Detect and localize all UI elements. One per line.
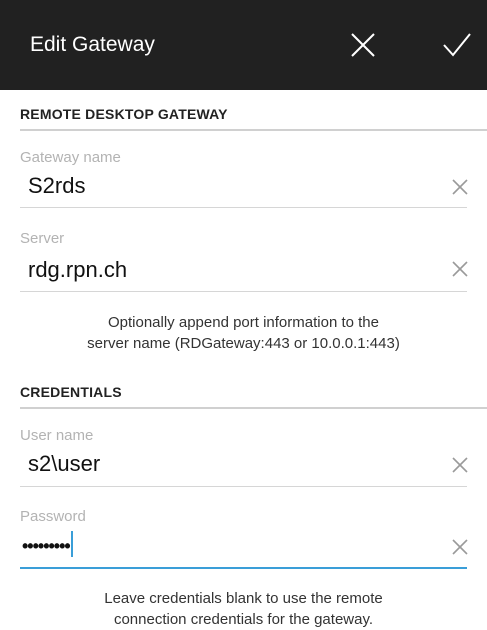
section-header-credentials: CREDENTIALS <box>20 384 122 400</box>
gateway-name-underline <box>20 207 467 208</box>
server-label: Server <box>20 230 65 247</box>
section-divider <box>20 129 487 131</box>
app-bar: Edit Gateway <box>0 0 487 90</box>
server-underline <box>20 291 467 292</box>
text-cursor <box>70 531 73 557</box>
clear-gateway-name-button[interactable] <box>448 175 472 199</box>
check-icon <box>443 33 471 57</box>
clear-server-button[interactable] <box>448 257 472 281</box>
user-name-underline <box>20 486 467 487</box>
clear-icon <box>452 539 468 555</box>
password-input[interactable]: ••••••••• <box>22 531 73 559</box>
user-name-input[interactable]: s2\user <box>28 450 100 478</box>
server-input[interactable]: rdg.rpn.ch <box>28 256 127 284</box>
server-hint-line: server name (RDGateway:443 or 10.0.0.1:4… <box>87 335 400 352</box>
password-label: Password <box>20 508 86 525</box>
credentials-hint: Leave credentials blank to use the remot… <box>0 588 487 630</box>
clear-icon <box>452 179 468 195</box>
gateway-name-input[interactable]: S2rds <box>28 172 85 200</box>
password-value: ••••••••• <box>22 535 71 556</box>
cancel-button[interactable] <box>343 25 383 65</box>
clear-icon <box>452 457 468 473</box>
section-divider <box>20 407 487 409</box>
save-button[interactable] <box>437 25 477 65</box>
close-icon <box>351 33 375 57</box>
server-hint: Optionally append port information to th… <box>0 312 487 354</box>
password-underline-focused <box>20 567 467 569</box>
user-name-label: User name <box>20 427 94 444</box>
server-hint-line: Optionally append port information to th… <box>107 314 379 331</box>
clear-icon <box>452 261 468 277</box>
credentials-hint-line: Leave credentials blank to use the remot… <box>104 590 383 607</box>
clear-password-button[interactable] <box>448 535 472 559</box>
section-header-gateway: REMOTE DESKTOP GATEWAY <box>20 106 228 122</box>
credentials-hint-line: connection credentials for the gateway. <box>113 611 374 628</box>
gateway-name-label: Gateway name <box>20 149 121 166</box>
clear-user-name-button[interactable] <box>448 453 472 477</box>
page-title: Edit Gateway <box>30 33 155 56</box>
